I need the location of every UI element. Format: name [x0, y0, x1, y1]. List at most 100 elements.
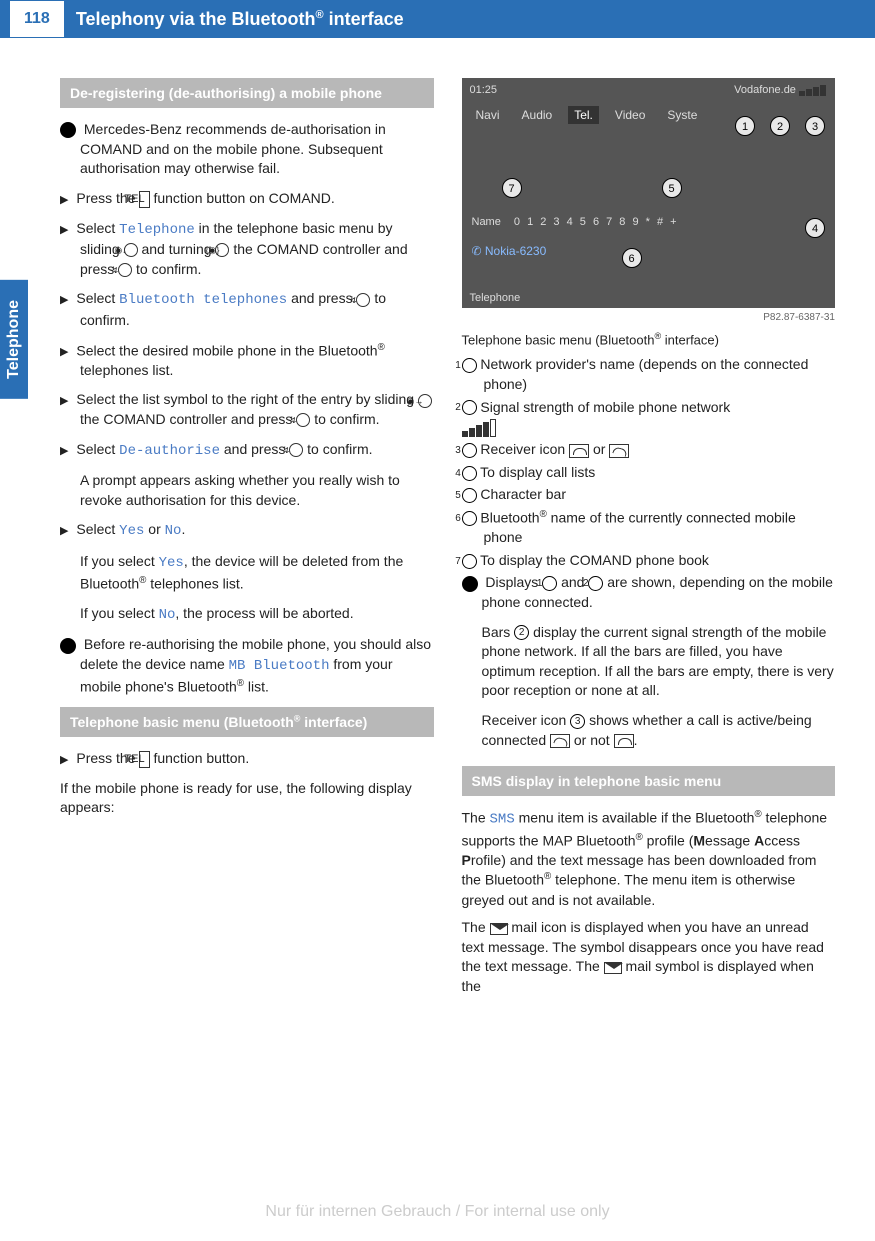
scr-phone-name: Nokia-6230 — [485, 244, 546, 258]
step-7-b2-no: No — [159, 607, 176, 623]
circ-2-inline: 2 — [588, 576, 603, 591]
para-9: If the mobile phone is ready for use, th… — [60, 779, 434, 818]
header-title-sup: ® — [316, 9, 324, 21]
sms-t1: essage — [705, 832, 754, 848]
sms-t2: ccess — [764, 832, 800, 848]
step-7-pre: Select — [76, 521, 119, 537]
info-icon: i — [60, 122, 76, 138]
legend-2: 2 Signal strength of mobile phone networ… — [462, 398, 836, 438]
info3-b2-post: display the current signal strength of t… — [482, 624, 834, 699]
press-icon: ↯ — [356, 293, 370, 307]
step-3-pre: Select — [76, 290, 119, 306]
info2-mono: MB Bluetooth — [229, 658, 330, 674]
scr-digits: 0 1 2 3 4 5 6 7 8 9 * # + — [514, 216, 679, 228]
scr-statusbar: 01:25 Vodafone.de — [470, 84, 828, 96]
sup-r: ® — [237, 678, 244, 689]
receiver-up-icon — [609, 444, 629, 458]
marker-6: 6 — [622, 248, 642, 268]
info-note-3: i Displays 1 and 2 are shown, depending … — [462, 573, 836, 612]
signal-bars-icon — [799, 84, 827, 96]
info2-tail: list. — [244, 678, 269, 694]
press-icon: ↯ — [296, 413, 310, 427]
leg4-text: To display call lists — [480, 464, 595, 480]
bullet-icon: ▶ — [60, 294, 68, 306]
marker-4: 4 — [805, 218, 825, 238]
sup-r: ® — [636, 832, 643, 843]
sms-mono: SMS — [490, 812, 515, 828]
leg1-text: Network provider's name (depends on the … — [480, 356, 808, 392]
press-icon: ↯ — [118, 263, 132, 277]
tel-key: TEL — [139, 751, 149, 768]
screenshot-caption: Telephone basic menu (Bluetooth® interfa… — [462, 331, 836, 347]
step-7-body2: If you select No, the process will be ab… — [60, 604, 434, 626]
step-5-end: to confirm. — [310, 411, 379, 427]
step-7-or: or — [144, 521, 164, 537]
step-8: ▶ Press the TEL function button. — [60, 749, 434, 769]
step-7-no: No — [165, 523, 182, 539]
legend-6: 6 Bluetooth® name of the currently conne… — [462, 508, 836, 548]
scr-tab-syste: Syste — [661, 106, 703, 124]
sup-r: ® — [540, 509, 547, 520]
leg5-text: Character bar — [480, 486, 566, 502]
header-bar: 118 Telephony via the Bluetooth® interfa… — [0, 0, 875, 38]
circ-4: 4 — [462, 466, 477, 481]
slide-right-icon: ◉→ — [418, 394, 432, 408]
section-header-sms: SMS display in telephone basic menu — [462, 766, 836, 796]
step-3-mono: Bluetooth telephones — [119, 292, 287, 308]
info3-b3: Receiver icon 3 shows whether a call is … — [462, 711, 836, 750]
step-4: ▶ Select the desired mobile phone in the… — [60, 341, 434, 381]
image-reference: P82.87-6387-31 — [462, 312, 836, 323]
step-7-b1-pre: If you select — [80, 553, 159, 569]
step-7-yes: Yes — [119, 523, 144, 539]
scr-bottom-label: Telephone — [470, 292, 521, 304]
circ-2-inline: 2 — [514, 625, 529, 640]
header-title: Telephony via the Bluetooth® interface — [76, 9, 404, 30]
info3-b3-dot: . — [634, 732, 638, 748]
info-icon: i — [60, 638, 76, 654]
legend-1: 1 Network provider's name (depends on th… — [462, 355, 836, 394]
step-4-tail: telephones list. — [80, 362, 173, 378]
leg2-text: Signal strength of mobile phone network — [480, 399, 730, 415]
sup-r: ® — [754, 809, 761, 820]
step-1: ▶ Press the TEL function button on COMAN… — [60, 189, 434, 209]
sup-r: ® — [378, 342, 385, 353]
left-column: De-registering (de-authorising) a mobile… — [60, 78, 434, 997]
tel-key: TEL — [139, 191, 149, 208]
leg7-text: To display the COMAND phone book — [480, 552, 709, 568]
step-7-b1-tail: telephones list. — [146, 575, 243, 591]
circ-7: 7 — [462, 554, 477, 569]
header-title-tail: interface — [324, 9, 404, 29]
step-7-body1: If you select Yes, the device will be de… — [60, 552, 434, 594]
slide-down-icon: ◉↓ — [124, 243, 138, 257]
circ-1-inline: 1 — [542, 576, 557, 591]
content: De-registering (de-authorising) a mobile… — [0, 38, 875, 997]
hdr2-pre: Telephone basic menu (Bluetooth — [70, 714, 294, 730]
circ-6: 6 — [462, 511, 477, 526]
leg3-pre: Receiver icon — [480, 441, 569, 457]
bullet-icon: ▶ — [60, 445, 68, 457]
marker-7: 7 — [502, 178, 522, 198]
bullet-icon: ▶ — [60, 525, 68, 537]
sms-bM: M — [693, 832, 705, 848]
step-5: ▶ Select the list symbol to the right of… — [60, 390, 434, 429]
info-note-1: i Mercedes-Benz recommends de-authorisat… — [60, 120, 434, 179]
receiver-down-icon — [614, 734, 634, 748]
circ-2: 2 — [462, 400, 477, 415]
section-header-deregister: De-registering (de-authorising) a mobile… — [60, 78, 434, 108]
marker-1: 1 — [735, 116, 755, 136]
legend-4: 4 To display call lists — [462, 463, 836, 483]
circ-5: 5 — [462, 488, 477, 503]
step-1-post: function button on COMAND. — [150, 190, 335, 206]
step-5-mid: the COMAND controller and press — [80, 411, 296, 427]
info3-b2-pre: Bars — [482, 624, 515, 640]
sms-pre: The — [462, 810, 490, 826]
info3-b3-or: or not — [570, 732, 614, 748]
info3-b2: Bars 2 display the current signal streng… — [462, 623, 836, 701]
legend-7: 7 To display the COMAND phone book — [462, 551, 836, 571]
info-note-1-text: Mercedes-Benz recommends de-authorisatio… — [80, 121, 386, 176]
step-3-post: and press — [287, 290, 356, 306]
step-3: ▶ Select Bluetooth telephones and press … — [60, 289, 434, 330]
comand-screenshot: 01:25 Vodafone.de Navi Audio Tel. Video … — [462, 78, 836, 308]
hdr2-post: interface) — [300, 714, 367, 730]
receiver-down-icon — [569, 444, 589, 458]
